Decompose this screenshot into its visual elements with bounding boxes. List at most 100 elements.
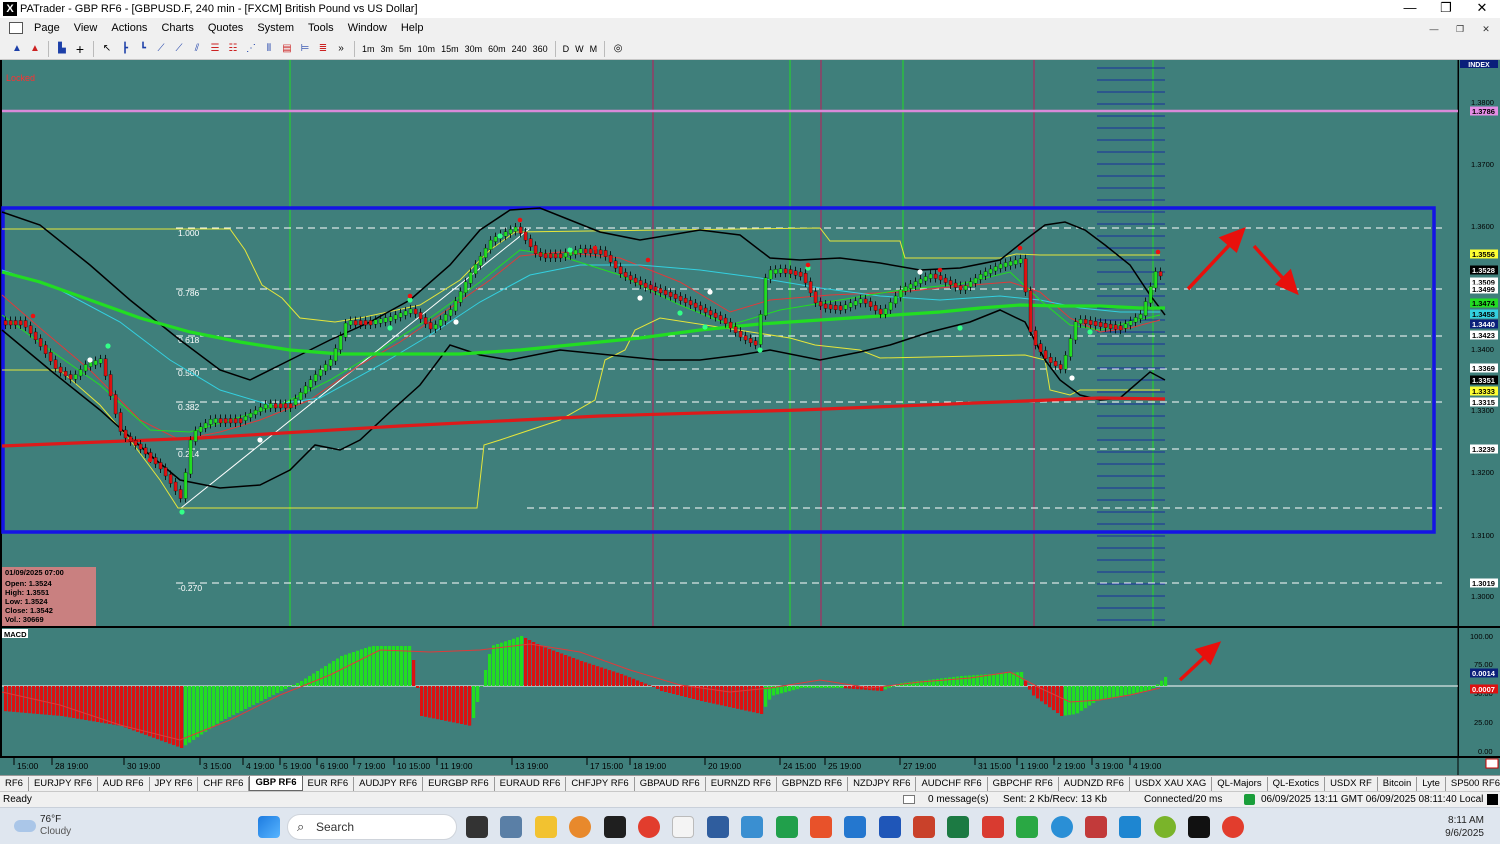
axis-settings-icon[interactable] bbox=[1485, 758, 1499, 769]
app-icon-w[interactable] bbox=[1154, 816, 1176, 838]
timeframe-30m[interactable]: 30m bbox=[462, 41, 486, 57]
ray-icon[interactable]: ⟋ bbox=[171, 41, 187, 57]
tab-aud-rf6[interactable]: AUD RF6 bbox=[98, 776, 150, 791]
taskbar-search[interactable]: ⌕ Search bbox=[287, 814, 457, 840]
chart-window[interactable]: 1.000 0.786 0.618 0.500 0.382 0.214 -0.2… bbox=[0, 60, 1500, 776]
mdi-close-button[interactable]: ✕ bbox=[1476, 22, 1496, 36]
channel-icon[interactable]: ⫽ bbox=[189, 41, 205, 57]
timeframe-60m[interactable]: 60m bbox=[485, 41, 509, 57]
tab-jpy-rf6[interactable]: JPY RF6 bbox=[150, 776, 199, 791]
calculator-icon[interactable] bbox=[500, 816, 522, 838]
tab-ql-exotics[interactable]: QL-Exotics bbox=[1268, 776, 1326, 791]
timeframe-1m[interactable]: 1m bbox=[359, 41, 378, 57]
timeframe-10m[interactable]: 10m bbox=[415, 41, 439, 57]
weather-widget[interactable]: 76°F Cloudy bbox=[14, 814, 71, 838]
andrews-pitchfork-icon[interactable]: ⊨ bbox=[297, 41, 313, 57]
tab-gbpchf-rf6[interactable]: GBPCHF RF6 bbox=[988, 776, 1059, 791]
tab-rf6[interactable]: RF6 bbox=[0, 776, 29, 791]
vertical-line-icon[interactable]: ┗ bbox=[135, 41, 151, 57]
excel-icon[interactable] bbox=[947, 816, 969, 838]
trend-line-icon[interactable]: ⟋ bbox=[153, 41, 169, 57]
zoom-out-icon[interactable]: ▲ bbox=[27, 41, 43, 57]
app-icon-bag[interactable] bbox=[1085, 816, 1107, 838]
tab-eurjpy-rf6[interactable]: EURJPY RF6 bbox=[29, 776, 98, 791]
cycle-lines-icon[interactable]: ⦀ bbox=[261, 41, 277, 57]
tab-gbpnzd-rf6[interactable]: GBPNZD RF6 bbox=[777, 776, 849, 791]
tab-usdx-rf[interactable]: USDX RF bbox=[1325, 776, 1378, 791]
menu-system[interactable]: System bbox=[250, 18, 301, 38]
tab-chfjpy-rf6[interactable]: CHFJPY RF6 bbox=[566, 776, 635, 791]
tab-nzdjpy-rf6[interactable]: NZDJPY RF6 bbox=[848, 776, 917, 791]
app-icon-c-green[interactable] bbox=[1016, 816, 1038, 838]
tab-usdx-xau-xag[interactable]: USDX XAU XAG bbox=[1130, 776, 1213, 791]
menu-actions[interactable]: Actions bbox=[104, 18, 154, 38]
rectangle-icon[interactable]: ▤ bbox=[279, 41, 295, 57]
tab-lyte[interactable]: Lyte bbox=[1417, 776, 1446, 791]
fib-retracement-icon[interactable]: ☰ bbox=[207, 41, 223, 57]
period-daily[interactable]: D bbox=[560, 41, 573, 57]
mdi-restore-button[interactable]: ❐ bbox=[1450, 22, 1470, 36]
menu-charts[interactable]: Charts bbox=[154, 18, 200, 38]
powerpoint-icon[interactable] bbox=[913, 816, 935, 838]
status-messages[interactable]: 0 message(s) bbox=[928, 794, 989, 805]
chart-window-icon[interactable] bbox=[9, 22, 23, 34]
menu-quotes[interactable]: Quotes bbox=[201, 18, 250, 38]
tab-audchf-rf6[interactable]: AUDCHF RF6 bbox=[916, 776, 988, 791]
zoom-in-icon[interactable]: ▲ bbox=[9, 41, 25, 57]
patrader-taskbar-icon[interactable] bbox=[672, 816, 694, 838]
timeframe-15m[interactable]: 15m bbox=[438, 41, 462, 57]
chart-type-icon[interactable]: ▙ bbox=[54, 41, 70, 57]
crosshair-icon[interactable]: + bbox=[72, 41, 88, 57]
telegram-icon[interactable] bbox=[1051, 816, 1073, 838]
app-icon-c-red[interactable] bbox=[982, 816, 1004, 838]
task-view-icon[interactable] bbox=[466, 816, 488, 838]
menu-window[interactable]: Window bbox=[341, 18, 394, 38]
period-monthly[interactable]: M bbox=[587, 41, 601, 57]
tab-audjpy-rf6[interactable]: AUDJPY RF6 bbox=[354, 776, 424, 791]
trading-app-icon[interactable] bbox=[776, 816, 798, 838]
price-chart[interactable]: 1.000 0.786 0.618 0.500 0.382 0.214 -0.2… bbox=[0, 60, 1500, 776]
clock-icon[interactable]: ◎ bbox=[610, 41, 626, 57]
timeframe-240[interactable]: 240 bbox=[509, 41, 530, 57]
app-icon-orange[interactable] bbox=[569, 816, 591, 838]
tab-sp500-rf6[interactable]: SP500 RF6 bbox=[1446, 777, 1500, 791]
chrome-profile-icon[interactable] bbox=[1222, 816, 1244, 838]
maximize-button[interactable]: ❐ bbox=[1428, 0, 1464, 18]
app-icon-s-blue[interactable] bbox=[844, 816, 866, 838]
timeframe-3m[interactable]: 3m bbox=[378, 41, 397, 57]
minimize-button[interactable]: — bbox=[1392, 0, 1428, 18]
text-tool-icon[interactable]: ≣ bbox=[315, 41, 331, 57]
system-clock[interactable]: 8:11 AM 9/6/2025 bbox=[1445, 814, 1484, 840]
menu-page[interactable]: Page bbox=[27, 18, 67, 38]
tab-gbp-rf6[interactable]: GBP RF6 bbox=[249, 776, 303, 791]
menu-tools[interactable]: Tools bbox=[301, 18, 341, 38]
timeframe-5m[interactable]: 5m bbox=[396, 41, 415, 57]
tab-euraud-rf6[interactable]: EURAUD RF6 bbox=[495, 776, 567, 791]
tab-gbpaud-rf6[interactable]: GBPAUD RF6 bbox=[635, 776, 706, 791]
close-button[interactable]: ✕ bbox=[1464, 0, 1500, 18]
timeframe-360[interactable]: 360 bbox=[530, 41, 551, 57]
app-icon-cloud[interactable] bbox=[1119, 816, 1141, 838]
file-explorer-icon[interactable] bbox=[535, 816, 557, 838]
pointer-icon[interactable]: ↖ bbox=[99, 41, 115, 57]
period-weekly[interactable]: W bbox=[572, 41, 587, 57]
chrome-icon[interactable] bbox=[638, 816, 660, 838]
app-icon-ic[interactable] bbox=[604, 816, 626, 838]
tab-audnzd-rf6[interactable]: AUDNZD RF6 bbox=[1059, 776, 1130, 791]
app-icon-s-red[interactable] bbox=[810, 816, 832, 838]
fib-extension-icon[interactable]: ☷ bbox=[225, 41, 241, 57]
mdi-minimize-button[interactable]: — bbox=[1424, 22, 1444, 36]
photos-icon[interactable] bbox=[741, 816, 763, 838]
tab-eur-rf6[interactable]: EUR RF6 bbox=[303, 776, 355, 791]
message-icon[interactable] bbox=[903, 795, 915, 804]
app-icon-sm[interactable] bbox=[1188, 816, 1210, 838]
menu-help[interactable]: Help bbox=[394, 18, 431, 38]
tab-chf-rf6[interactable]: CHF RF6 bbox=[198, 776, 250, 791]
word-icon[interactable] bbox=[879, 816, 901, 838]
tab-bitcoin[interactable]: Bitcoin bbox=[1378, 776, 1418, 791]
gann-fan-icon[interactable]: ⋰ bbox=[243, 41, 259, 57]
tab-eurgbp-rf6[interactable]: EURGBP RF6 bbox=[423, 776, 495, 791]
notes-icon[interactable] bbox=[707, 816, 729, 838]
windows-start-icon[interactable] bbox=[258, 816, 280, 838]
menu-view[interactable]: View bbox=[67, 18, 105, 38]
